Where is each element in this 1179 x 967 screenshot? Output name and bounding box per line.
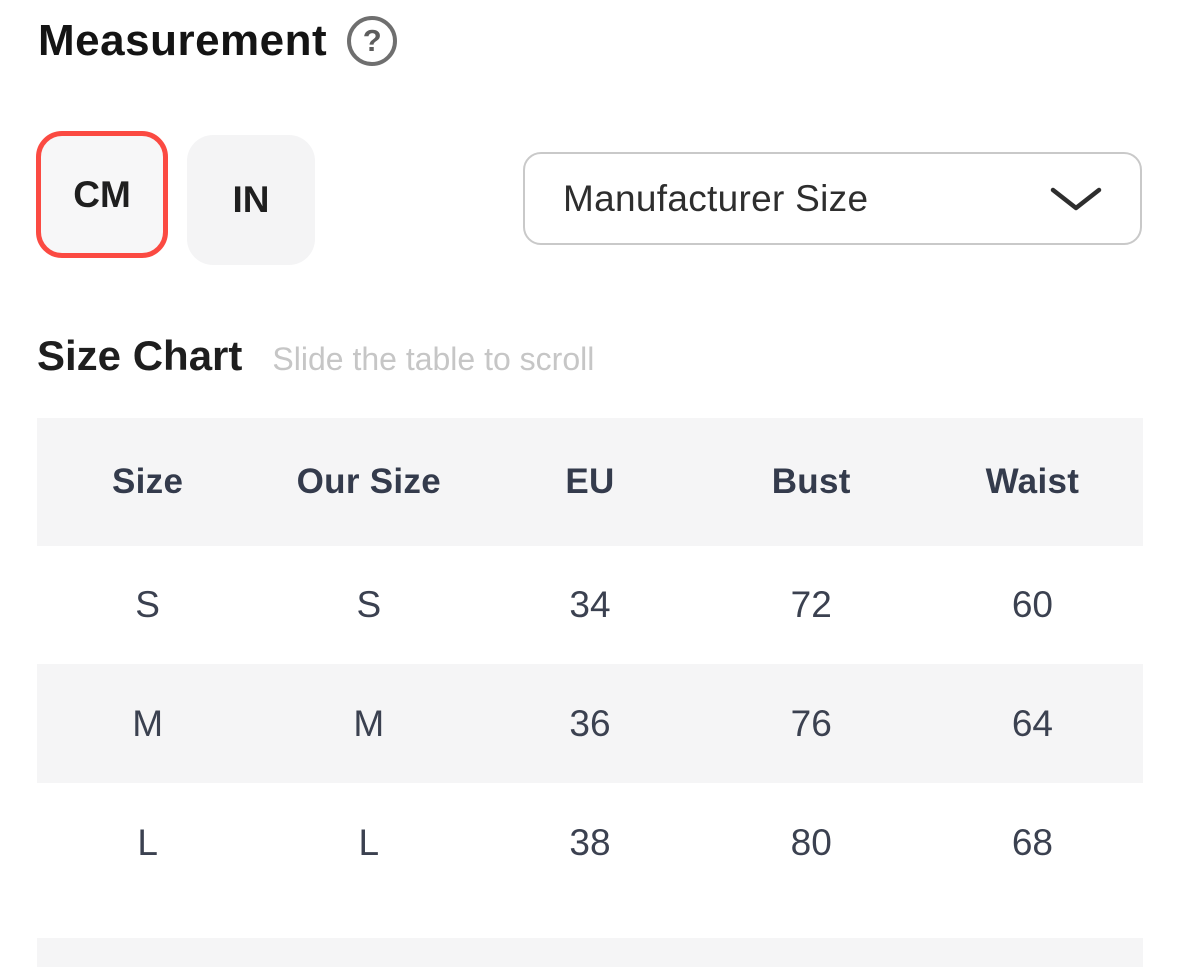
column-header-eu: EU xyxy=(479,418,700,546)
manufacturer-size-select[interactable]: Manufacturer Size xyxy=(523,152,1142,245)
cell-size: L xyxy=(37,783,258,903)
size-chart-header: Size Chart Slide the table to scroll xyxy=(37,332,594,380)
cell-eu: 34 xyxy=(479,546,700,664)
unit-toggle-cm[interactable]: CM xyxy=(36,131,168,258)
manufacturer-size-value: Manufacturer Size xyxy=(563,178,868,220)
table-row-l: L L 38 80 68 xyxy=(37,783,1143,903)
size-chart-title: Size Chart xyxy=(37,332,242,380)
table-row-partial-next xyxy=(37,938,1143,967)
cell-our-size: M xyxy=(258,664,479,783)
size-table[interactable]: Size Our Size EU Bust Waist S S 34 72 60… xyxy=(37,418,1143,903)
cell-eu: 38 xyxy=(479,783,700,903)
unit-in-label: IN xyxy=(233,179,270,221)
unit-cm-label: CM xyxy=(73,174,131,216)
column-header-bust: Bust xyxy=(701,418,922,546)
cell-waist: 68 xyxy=(922,783,1143,903)
chevron-down-icon xyxy=(1048,184,1104,214)
help-icon[interactable]: ? xyxy=(347,16,397,66)
column-header-our-size: Our Size xyxy=(258,418,479,546)
page-title: Measurement xyxy=(38,16,327,66)
cell-our-size: L xyxy=(258,783,479,903)
column-header-waist: Waist xyxy=(922,418,1143,546)
cell-size: S xyxy=(37,546,258,664)
cell-waist: 60 xyxy=(922,546,1143,664)
table-header-row: Size Our Size EU Bust Waist xyxy=(37,418,1143,546)
cell-our-size: S xyxy=(258,546,479,664)
table-row-s: S S 34 72 60 xyxy=(37,546,1143,664)
column-header-size: Size xyxy=(37,418,258,546)
cell-size: M xyxy=(37,664,258,783)
cell-eu: 36 xyxy=(479,664,700,783)
size-chart-scroll-hint: Slide the table to scroll xyxy=(272,341,594,378)
cell-bust: 80 xyxy=(701,783,922,903)
cell-waist: 64 xyxy=(922,664,1143,783)
cell-bust: 72 xyxy=(701,546,922,664)
measurement-header: Measurement ? xyxy=(38,16,397,66)
table-row-m: M M 36 76 64 xyxy=(37,664,1143,783)
question-mark-glyph: ? xyxy=(363,23,382,59)
cell-bust: 76 xyxy=(701,664,922,783)
unit-toggle-in[interactable]: IN xyxy=(187,135,315,265)
